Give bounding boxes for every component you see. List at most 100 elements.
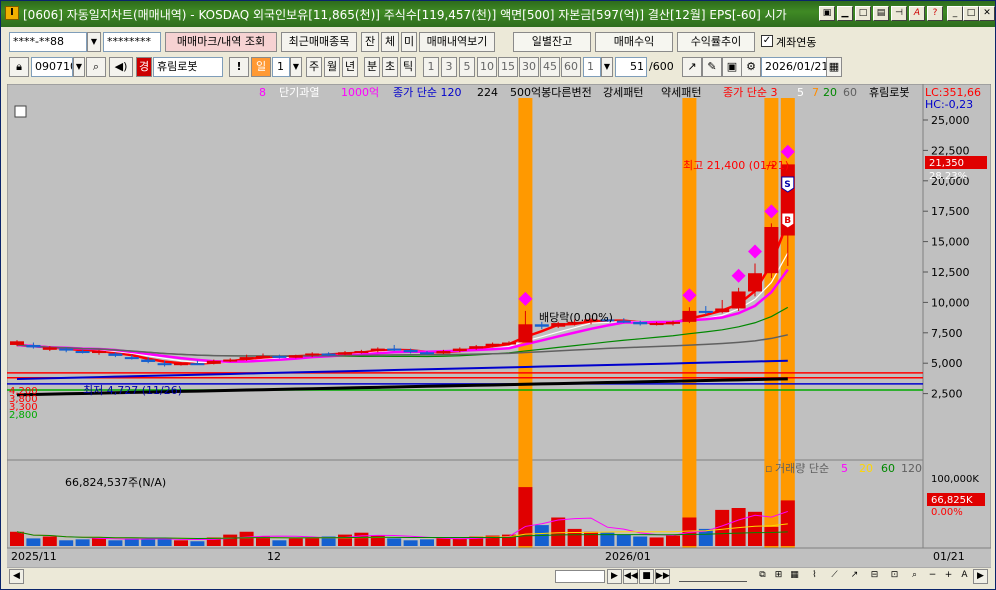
alert-icon[interactable]: ! [229, 57, 249, 77]
trend-tool2-icon[interactable]: ↗ [847, 569, 862, 584]
legend-item: 강세패턴 [603, 86, 643, 99]
text-tool-icon[interactable]: A [957, 569, 972, 584]
trend-tool-icon[interactable]: ↗ [682, 57, 702, 77]
period-year-button[interactable]: 년 [342, 57, 358, 77]
zoom-out-icon[interactable]: − [925, 569, 940, 584]
range-tool-icon[interactable]: ⊟ [867, 569, 882, 584]
scroll-right-icon[interactable]: ▶ [973, 569, 988, 584]
account-link-checkbox[interactable]: ✓ [761, 35, 773, 47]
volume-ma-label: 60 [881, 462, 895, 475]
interval-button[interactable]: 10 [477, 57, 497, 77]
fit-tool-icon[interactable]: ⊡ [887, 569, 902, 584]
executed-button[interactable]: 체 [381, 32, 399, 52]
interval-button[interactable]: 1 [423, 57, 439, 77]
calendar-icon[interactable]: ▦ [826, 57, 842, 77]
tile-icon[interactable]: ▤ [873, 6, 889, 21]
scroll-left-icon[interactable]: ◀ [9, 569, 24, 584]
save-icon[interactable]: ▣ [722, 57, 742, 77]
date-field[interactable]: 2026/01/21 [761, 57, 827, 77]
search-icon[interactable]: ⌕ [86, 57, 106, 77]
mark-query-button[interactable]: 매매마크/내역 조회 [165, 32, 277, 52]
period-minute-button[interactable]: 분 [364, 57, 380, 77]
grid-tool-icon[interactable]: ▦ [787, 569, 802, 584]
period-dropdown-icon[interactable]: ▼ [290, 57, 302, 77]
stock-code-input[interactable]: 090710 [31, 57, 73, 77]
candle-body [174, 363, 188, 366]
account-input[interactable]: ****-**88 [9, 32, 87, 52]
title-bar: I [0606] 자동일지차트(매매내역) - KOSDAQ 외국인보유[11,… [1, 1, 995, 27]
stop-icon[interactable]: ■ [639, 569, 654, 584]
volume-bar [239, 531, 254, 546]
interval-button[interactable]: 15 [498, 57, 518, 77]
draw-tool-icon[interactable]: ⌇ [807, 569, 822, 584]
forward-icon[interactable]: ▶▶ [655, 569, 670, 584]
period-day-button[interactable]: 일 [251, 57, 271, 77]
lock-icon[interactable]: 🔒︎ [9, 57, 29, 77]
hc-readout: HC:-0,23 [925, 98, 973, 111]
interval-button[interactable]: 30 [519, 57, 539, 77]
zoom-in-icon[interactable]: + [941, 569, 956, 584]
dividend-annotation: 배당락(0.00%) [539, 311, 613, 324]
font-icon[interactable]: A [909, 6, 925, 21]
chart-scrollbar[interactable]: ◀ ▶ ◀◀ ■ ▶▶ ⧉ ⊞ ▦ ⌇ ⟋ ↗ ⊟ ⊡ ⌕ − + A ▶ [7, 567, 991, 585]
volume-bar [190, 541, 205, 546]
speed-slider[interactable] [679, 572, 747, 582]
period-tick-button[interactable]: 틱 [400, 57, 416, 77]
bar-count-field[interactable]: 51 [615, 57, 647, 77]
volume-bar [584, 531, 598, 546]
settings-icon[interactable]: ⚙ [741, 57, 761, 77]
interval-button[interactable]: 5 [459, 57, 475, 77]
period-second-button[interactable]: 초 [382, 57, 398, 77]
balance-button[interactable]: 잔 [361, 32, 379, 52]
legend-item: 약세패턴 [661, 85, 701, 99]
candle-body [92, 351, 106, 354]
stock-name-field[interactable]: 휴림로봇 [153, 57, 223, 77]
interval-button[interactable]: 45 [540, 57, 560, 77]
period-count-field[interactable]: 1 [272, 57, 290, 77]
restore-icon[interactable]: ▣ [819, 6, 835, 21]
trade-tool-icon[interactable]: ✎ [702, 57, 722, 77]
speaker-icon[interactable]: ◀) [109, 57, 133, 77]
zoom-search-icon[interactable]: ⌕ [907, 569, 922, 584]
grid-toggle-icon[interactable] [14, 105, 27, 118]
trade-profit-button[interactable]: 매매수익 [595, 32, 673, 52]
close-icon[interactable]: ✕ [979, 6, 995, 21]
help-icon[interactable]: ? [927, 6, 943, 21]
candle-body [206, 360, 221, 364]
recent-trades-button[interactable]: 최근매매종목 [281, 32, 357, 52]
window-icon[interactable]: □ [855, 6, 871, 21]
chart-area[interactable]: S B → 25,000 22,500 20,000 17,500 15,000 12,500… [6, 83, 992, 567]
code-dropdown-icon[interactable]: ▼ [73, 57, 85, 77]
line-tool-icon[interactable]: ⟋ [827, 569, 842, 584]
play-icon[interactable]: ▶ [607, 569, 622, 584]
unfilled-button[interactable]: 미 [401, 32, 417, 52]
return-trend-button[interactable]: 수익률추이 [677, 32, 755, 52]
interval-button[interactable]: 3 [441, 57, 457, 77]
account-dropdown-icon[interactable]: ▼ [87, 32, 101, 52]
candle-body [502, 342, 516, 345]
password-field[interactable]: ******** [103, 32, 161, 52]
price-chart-svg[interactable]: SB→ 25,00022,50020,00017,50015,00012,500… [6, 83, 992, 567]
min-icon[interactable]: _ [947, 6, 963, 21]
max-icon[interactable]: □ [963, 6, 979, 21]
candle-body [108, 353, 123, 356]
interval-select[interactable]: 1 [583, 57, 601, 77]
price-axis-label: 10,000 [931, 296, 970, 309]
period-week-button[interactable]: 주 [306, 57, 322, 77]
rewind-icon[interactable]: ◀◀ [623, 569, 638, 584]
pin-icon[interactable]: ⊣ [891, 6, 907, 21]
toolbar-account: ****-**88 ▼ ******** 매매마크/내역 조회 최근매매종목 잔… [1, 32, 995, 54]
interval-button[interactable]: 60 [561, 57, 581, 77]
scroll-thumb[interactable] [555, 570, 605, 583]
period-month-button[interactable]: 월 [324, 57, 340, 77]
daily-balance-button[interactable]: 일별잔고 [513, 32, 591, 52]
trade-history-button[interactable]: 매매내역보기 [419, 32, 495, 52]
candle-body [715, 308, 730, 313]
low-annotation: 최저 4,727 (11/26) [83, 384, 182, 397]
layout-tool-icon[interactable]: ⊞ [771, 569, 786, 584]
volume-bar [108, 540, 123, 546]
price-axis-label: 7,500 [931, 327, 963, 340]
minimize-icon[interactable]: ▁ [837, 6, 853, 21]
interval-dropdown-icon[interactable]: ▼ [601, 57, 613, 77]
zoom-tool-icon[interactable]: ⧉ [755, 569, 770, 584]
